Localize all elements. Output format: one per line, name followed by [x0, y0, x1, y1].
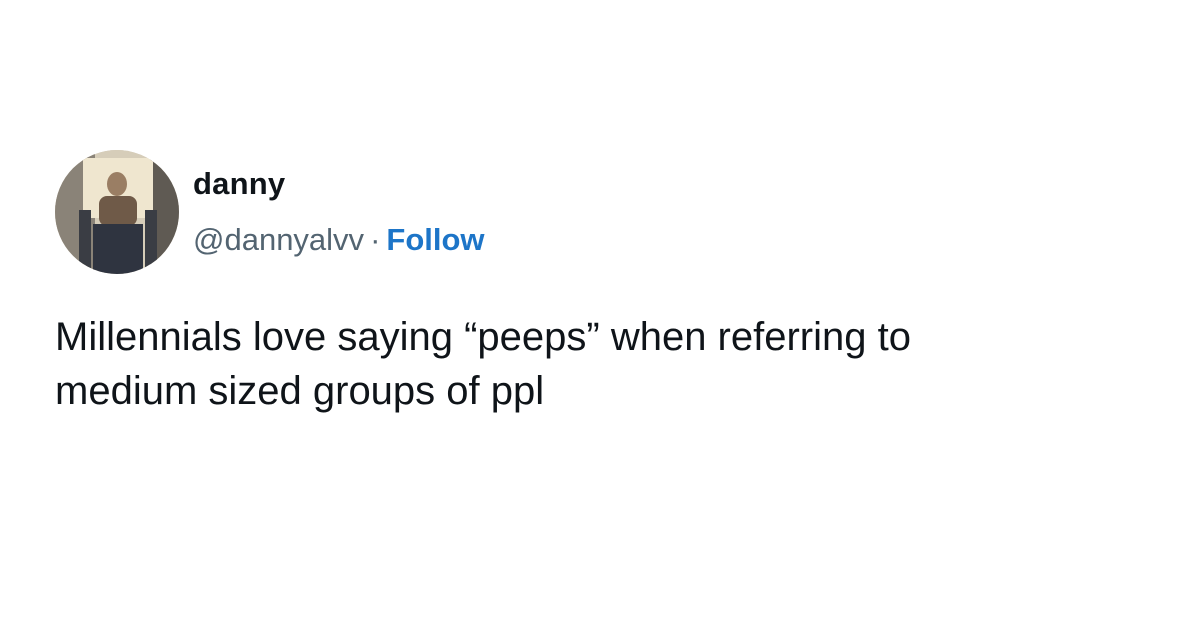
tweet-text: Millennials love saying “peeps” when ref… [55, 310, 1175, 418]
follow-button[interactable]: Follow [386, 222, 484, 257]
tweet-header: danny @dannyalvv · Follow [55, 150, 1165, 274]
handle-row: @dannyalvv · Follow [193, 222, 485, 258]
display-name[interactable]: danny [193, 166, 485, 202]
tweet-card: danny @dannyalvv · Follow Millennials love… [55, 150, 1165, 418]
tweet-text-line: Millennials love saying “peeps” when ref… [55, 315, 911, 359]
user-handle[interactable]: @dannyalvv [193, 222, 364, 257]
avatar[interactable] [55, 150, 179, 274]
author-identity: danny @dannyalvv · Follow [193, 150, 485, 258]
tweet-text-line: medium sized groups of ppl [55, 369, 545, 413]
separator-dot: · [370, 222, 381, 257]
